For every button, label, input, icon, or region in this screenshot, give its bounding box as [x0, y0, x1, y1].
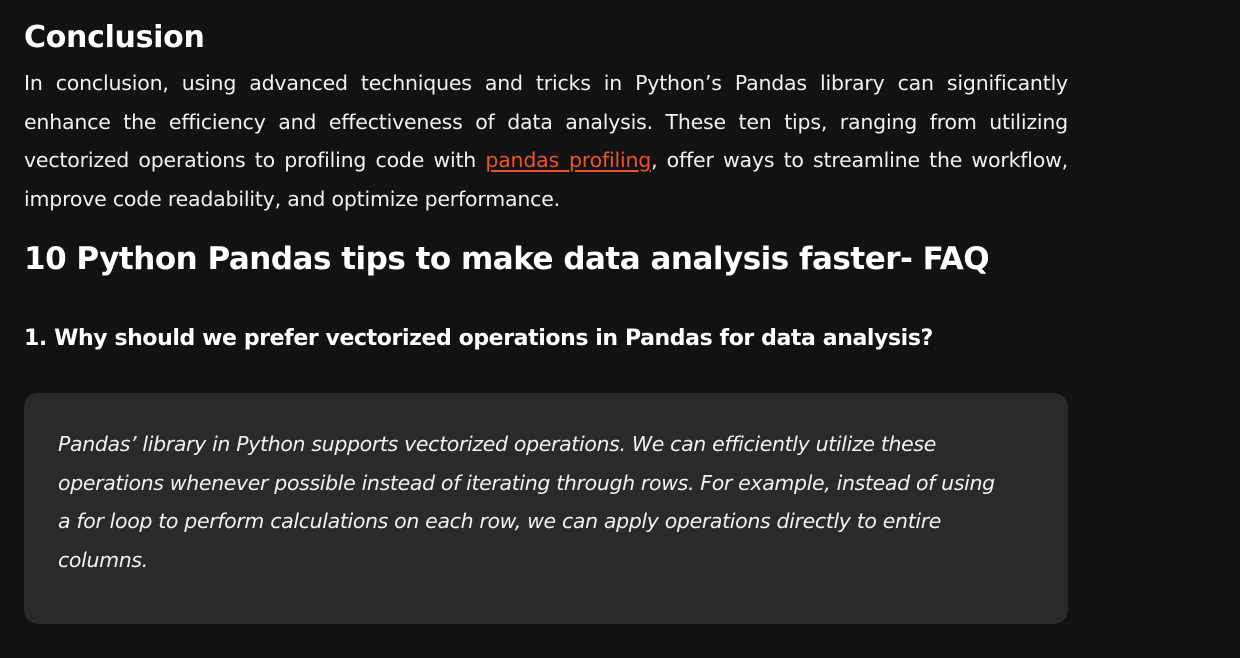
faq-heading: 10 Python Pandas tips to make data analy… — [24, 241, 990, 277]
conclusion-heading: Conclusion — [24, 20, 205, 55]
faq-answer: Pandas’ library in Python supports vecto… — [58, 432, 995, 572]
faq-question: 1. Why should we prefer vectorized opera… — [24, 326, 933, 351]
conclusion-paragraph: In conclusion, using advanced techniques… — [24, 64, 1068, 218]
faq-answer-card: Pandas’ library in Python supports vecto… — [24, 393, 1068, 624]
pandas-profiling-link[interactable]: pandas_profiling — [485, 148, 651, 172]
